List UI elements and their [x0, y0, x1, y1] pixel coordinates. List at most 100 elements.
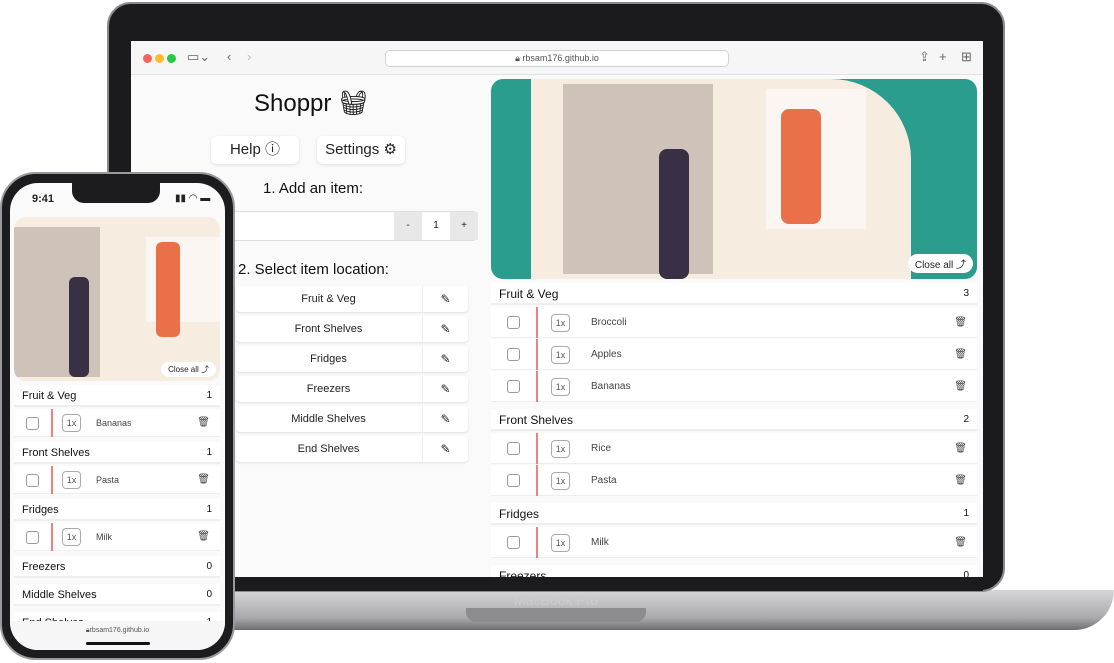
- category-header[interactable]: Middle Shelves 0: [14, 584, 220, 606]
- item-checkbox[interactable]: [507, 316, 520, 329]
- laptop-chin: [131, 577, 983, 591]
- basket-icon: 🧺︎: [338, 90, 369, 117]
- shelf-illustration: [563, 84, 713, 274]
- item-quantity[interactable]: 1x: [551, 439, 570, 458]
- home-indicator[interactable]: [86, 642, 150, 645]
- item-divider: [536, 465, 538, 496]
- trash-icon[interactable]: 🗑︎: [954, 339, 967, 370]
- edit-pencil-icon[interactable]: ✎: [422, 286, 468, 312]
- location-option[interactable]: End Shelves ✎: [236, 436, 468, 462]
- close-all-button[interactable]: Close all ⤴: [907, 254, 973, 273]
- address-bar[interactable]: 🔒︎ rbsam176.github.io: [385, 50, 729, 67]
- edit-pencil-icon[interactable]: ✎: [422, 406, 468, 432]
- location-option[interactable]: Front Shelves ✎: [236, 316, 468, 342]
- trash-icon[interactable]: 🗑︎: [954, 527, 967, 558]
- edit-pencil-icon[interactable]: ✎: [422, 316, 468, 342]
- item-name: Pasta: [96, 475, 120, 485]
- item-quantity[interactable]: 1x: [62, 471, 81, 489]
- trash-icon[interactable]: 🗑︎: [197, 523, 210, 551]
- item-name: Apples: [591, 349, 622, 360]
- trash-icon[interactable]: 🗑︎: [954, 465, 967, 496]
- edit-pencil-icon[interactable]: ✎: [422, 436, 468, 462]
- category-count: 0: [963, 570, 969, 577]
- list-item: 1x Apples 🗑︎: [491, 339, 977, 370]
- item-quantity[interactable]: 1x: [551, 471, 570, 490]
- decrement-button[interactable]: -: [394, 212, 422, 240]
- location-option[interactable]: Freezers ✎: [236, 376, 468, 402]
- list-item: 1x Milk 🗑︎: [14, 523, 220, 551]
- tab-overview-icon[interactable]: ⊞: [961, 49, 972, 65]
- add-item-field[interactable]: - 1 +: [231, 211, 478, 241]
- maximize-window-button[interactable]: [167, 54, 176, 63]
- help-button[interactable]: Help ⓘ: [211, 136, 299, 164]
- trash-icon[interactable]: 🗑︎: [197, 409, 210, 437]
- item-divider: [51, 523, 53, 551]
- category-header[interactable]: Freezers 0: [491, 565, 977, 577]
- back-icon[interactable]: ‹: [227, 49, 231, 64]
- category-header[interactable]: Front Shelves 1: [14, 442, 220, 464]
- location-name: End Shelves: [297, 443, 360, 455]
- item-checkbox[interactable]: [507, 380, 520, 393]
- item-quantity[interactable]: 1x: [551, 533, 570, 552]
- item-checkbox[interactable]: [26, 530, 39, 544]
- trash-icon[interactable]: 🗑︎: [954, 433, 967, 464]
- item-checkbox[interactable]: [507, 474, 520, 487]
- item-quantity[interactable]: 1x: [62, 528, 81, 546]
- item-divider: [536, 339, 538, 370]
- category-count: 1: [206, 390, 212, 401]
- category-count: 1: [963, 508, 969, 519]
- lock-icon: 🔒︎: [515, 53, 520, 63]
- man-figure: [156, 242, 180, 337]
- location-name: Middle Shelves: [291, 413, 366, 425]
- category-header[interactable]: Freezers 0: [14, 556, 220, 578]
- item-checkbox[interactable]: [26, 416, 39, 430]
- item-checkbox[interactable]: [26, 473, 39, 487]
- item-quantity[interactable]: 1x: [62, 414, 81, 432]
- woman-figure: [69, 277, 89, 377]
- location-option[interactable]: Middle Shelves ✎: [236, 406, 468, 432]
- trash-icon[interactable]: 🗑︎: [954, 307, 967, 338]
- category-header[interactable]: Fruit & Veg 1: [14, 385, 220, 407]
- minimize-window-button[interactable]: [155, 54, 164, 63]
- location-option[interactable]: Fruit & Veg ✎: [236, 286, 468, 312]
- item-name: Pasta: [591, 475, 617, 486]
- category-count: 0: [206, 561, 212, 572]
- category-name: Front Shelves: [22, 447, 90, 459]
- item-checkbox[interactable]: [507, 536, 520, 549]
- location-name: Fruit & Veg: [301, 293, 356, 305]
- increment-button[interactable]: +: [450, 212, 478, 240]
- item-quantity[interactable]: 1x: [551, 377, 570, 396]
- close-window-button[interactable]: [143, 54, 152, 63]
- sidebar-icon[interactable]: ▭⌄: [187, 49, 210, 65]
- category-header[interactable]: Fridges 1: [491, 503, 977, 525]
- edit-pencil-icon[interactable]: ✎: [422, 376, 468, 402]
- category-header[interactable]: Fridges 1: [14, 499, 220, 521]
- trash-icon[interactable]: 🗑︎: [954, 371, 967, 402]
- item-checkbox[interactable]: [507, 348, 520, 361]
- close-all-button[interactable]: Close all ⤴: [161, 362, 216, 377]
- new-tab-icon[interactable]: +: [939, 49, 947, 64]
- phone-address-bar[interactable]: 🔒︎rbsam176.github.io: [10, 621, 225, 650]
- forward-icon[interactable]: ›: [247, 49, 251, 64]
- quantity-value[interactable]: 1: [422, 212, 450, 240]
- status-time: 9:41: [32, 193, 55, 205]
- category-header[interactable]: Front Shelves 2: [491, 409, 977, 431]
- settings-button[interactable]: Settings ⚙: [317, 136, 405, 164]
- share-icon[interactable]: ⇪: [919, 49, 930, 65]
- laptop-notch: [466, 608, 646, 622]
- category-header[interactable]: Fruit & Veg 3: [491, 283, 977, 305]
- trash-icon[interactable]: 🗑︎: [197, 466, 210, 494]
- edit-pencil-icon[interactable]: ✎: [422, 346, 468, 372]
- item-divider: [51, 409, 53, 437]
- list-item: 1x Broccoli 🗑︎: [491, 307, 977, 338]
- hero-illustration: Close all ⤴: [491, 79, 977, 279]
- location-option[interactable]: Fridges ✎: [236, 346, 468, 372]
- item-divider: [51, 466, 53, 494]
- item-quantity[interactable]: 1x: [551, 345, 570, 364]
- laptop-label: MacBook Pro: [513, 592, 599, 608]
- item-checkbox[interactable]: [507, 442, 520, 455]
- list-item: 1x Milk 🗑︎: [491, 527, 977, 558]
- item-quantity[interactable]: 1x: [551, 313, 570, 332]
- category-name: Fridges: [22, 504, 59, 516]
- category-count: 3: [963, 288, 969, 299]
